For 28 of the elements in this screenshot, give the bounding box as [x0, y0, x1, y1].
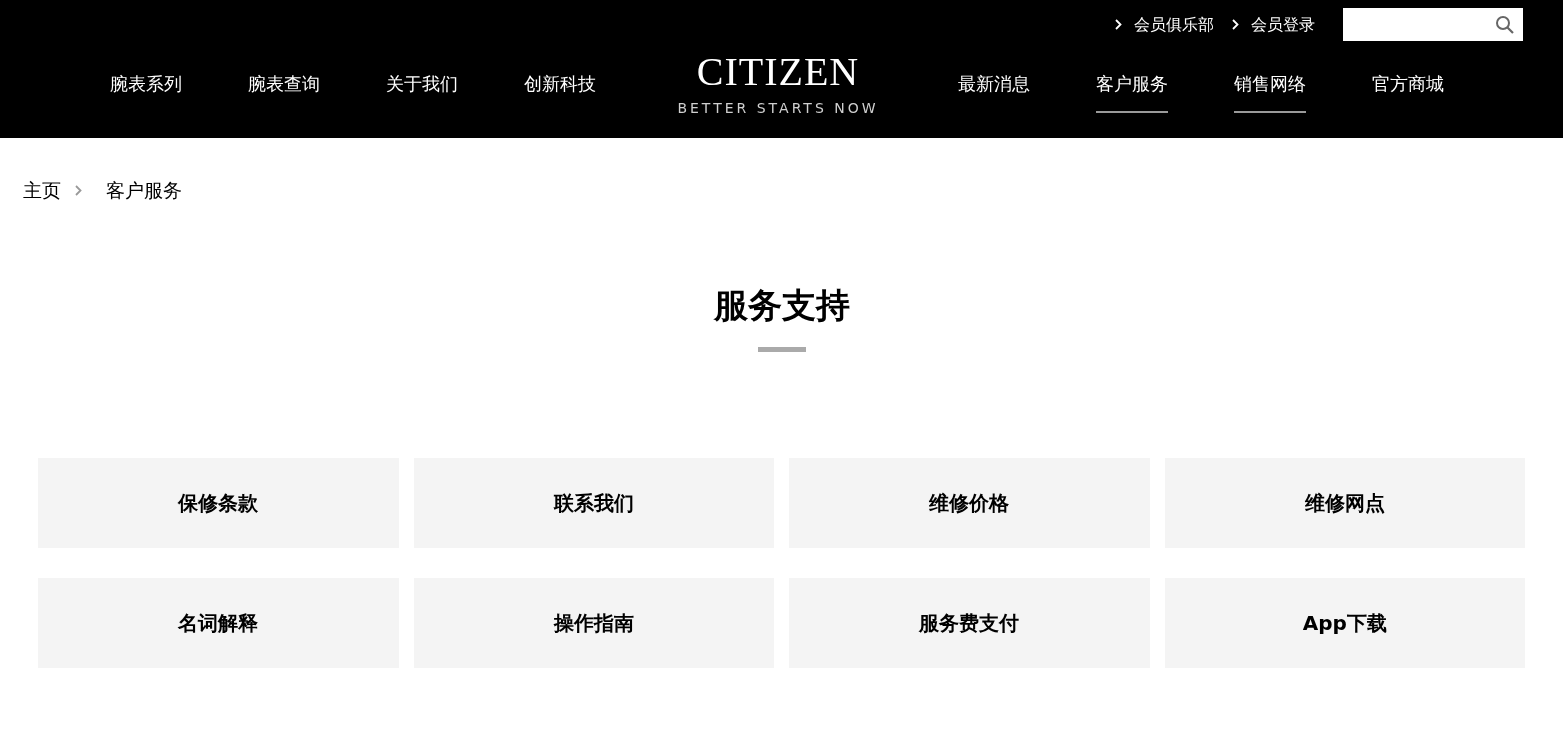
nav-link[interactable]: 腕表系列 [77, 70, 215, 113]
nav-link[interactable]: 创新科技 [491, 70, 629, 113]
service-tile[interactable]: 维修网点 [1164, 457, 1525, 548]
nav-link[interactable]: 销售网络 [1201, 70, 1339, 113]
chevron-icon [1232, 19, 1239, 30]
service-tile[interactable]: 联系我们 [413, 457, 774, 548]
search-field[interactable] [1343, 8, 1523, 41]
service-tile[interactable]: App下载 [1164, 577, 1525, 668]
nav-link[interactable]: 关于我们 [353, 70, 491, 113]
service-tile[interactable]: 服务费支付 [789, 577, 1150, 668]
service-tile[interactable]: 保修条款 [38, 457, 399, 548]
breadcrumb-link[interactable]: 主页 [23, 176, 61, 205]
chevron-icon [1115, 19, 1122, 30]
nav-link[interactable]: 客户服务 [1063, 70, 1201, 113]
brand-logo[interactable]: CITIZEN [696, 50, 860, 94]
tagline: BETTER STARTS NOW [677, 99, 879, 118]
nav-link[interactable]: 最新消息 [925, 70, 1063, 113]
service-tile[interactable]: 操作指南 [413, 577, 774, 668]
breadcrumb-link[interactable]: 客户服务 [106, 176, 182, 205]
chevron-icon [75, 184, 82, 196]
section-title: 服务支持 [713, 283, 850, 327]
service-tile[interactable]: 维修价格 [789, 457, 1150, 548]
top-link[interactable]: 会员俱乐部 [1134, 12, 1214, 37]
nav-link[interactable]: 腕表查询 [215, 70, 353, 113]
service-tile[interactable]: 名词解释 [38, 577, 399, 668]
nav-link[interactable]: 官方商城 [1339, 70, 1477, 113]
search-icon[interactable] [1495, 14, 1515, 35]
top-link[interactable]: 会员登录 [1251, 12, 1315, 37]
